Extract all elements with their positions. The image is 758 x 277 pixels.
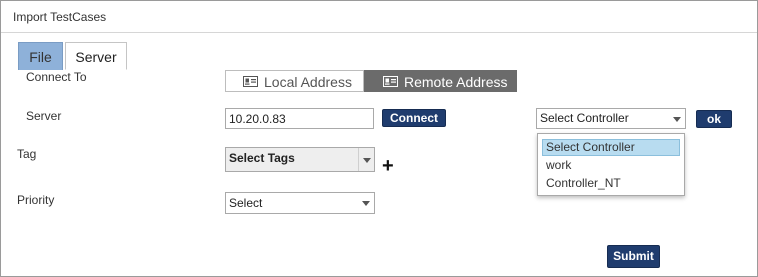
ok-button[interactable]: ok: [696, 110, 732, 128]
server-address-input[interactable]: [225, 108, 374, 129]
tab-file[interactable]: File: [18, 42, 63, 70]
controller-option-controller-nt[interactable]: Controller_NT: [542, 175, 680, 192]
controller-option-select-controller[interactable]: Select Controller: [542, 139, 680, 156]
remote-address-toggle[interactable]: Remote Address: [364, 70, 517, 92]
submit-button[interactable]: Submit: [607, 245, 660, 268]
controller-select[interactable]: Select Controller: [536, 108, 686, 129]
server-label: Server: [26, 109, 62, 123]
local-address-toggle[interactable]: Local Address: [225, 70, 364, 92]
tab-server[interactable]: Server: [65, 42, 127, 70]
priority-select-value: Select: [229, 196, 263, 210]
chevron-down-icon: [358, 148, 374, 171]
dialog-title: Import TestCases: [13, 10, 107, 24]
tags-select-value: Select Tags: [229, 151, 295, 165]
id-card-icon: [383, 76, 398, 87]
import-testcases-dialog: Import TestCases File Server Connect To …: [0, 0, 758, 277]
controller-option-work[interactable]: work: [542, 157, 680, 174]
dialog-titlebar: Import TestCases: [1, 1, 757, 33]
priority-label: Priority: [17, 193, 55, 207]
controller-dropdown-list: Select Controller work Controller_NT: [537, 133, 685, 196]
chevron-down-icon: [358, 193, 374, 213]
connect-to-label: Connect To: [26, 70, 87, 84]
remote-address-label: Remote Address: [404, 74, 508, 90]
tag-label: Tag: [17, 147, 37, 161]
id-card-icon: [243, 76, 258, 87]
priority-select[interactable]: Select: [225, 192, 375, 214]
add-tag-button[interactable]: +: [382, 156, 394, 176]
connect-button[interactable]: Connect: [382, 109, 446, 127]
local-address-label: Local Address: [264, 74, 352, 90]
tags-select[interactable]: Select Tags: [225, 147, 375, 172]
chevron-down-icon: [669, 109, 685, 128]
controller-select-value: Select Controller: [540, 111, 629, 125]
